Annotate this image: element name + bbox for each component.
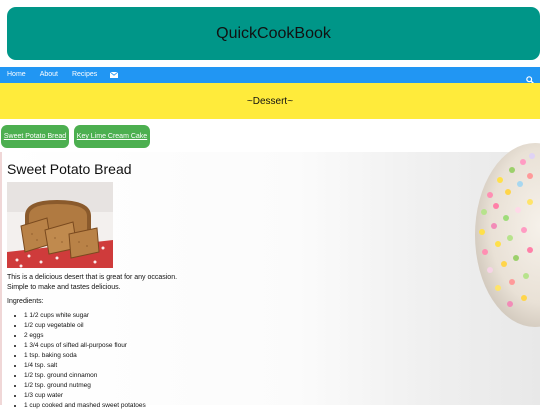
site-title-banner: QuickCookBook: [7, 7, 540, 60]
list-item: 1/2 cup vegetable oil: [24, 321, 146, 331]
key-lime-cream-cake-button[interactable]: Key Lime Cream Cake: [74, 125, 150, 148]
header-area: QuickCookBook: [0, 0, 540, 67]
list-item: 1/3 cup water: [24, 391, 146, 401]
list-item: 2 eggs: [24, 331, 146, 341]
category-title: ~Dessert~: [246, 95, 294, 107]
recipe-description: This is a delicious desert that is great…: [7, 273, 307, 293]
category-banner: ~Dessert~: [0, 83, 540, 119]
list-item: 1 3/4 cups of sifted all-purpose flour: [24, 341, 146, 351]
sweet-potato-bread-photo: [7, 182, 113, 268]
nav-bar: Home About Recipes: [0, 67, 540, 85]
list-item: 1 1/2 cups white sugar: [24, 311, 146, 321]
site-title: QuickCookBook: [216, 24, 331, 42]
description-line: Simple to make and tastes delicious.: [7, 284, 121, 291]
sweet-potato-bread-button[interactable]: Sweet Potato Bread: [1, 125, 69, 148]
recipe-title: Sweet Potato Bread: [7, 161, 132, 177]
nav-recipes[interactable]: Recipes: [65, 67, 104, 83]
list-item: 1 tsp. baking soda: [24, 351, 146, 361]
ingredients-heading: Ingredients:: [7, 298, 44, 305]
list-item: 1 cup cooked and mashed sweet potatoes: [24, 401, 146, 411]
list-item: 1/2 tsp. ground nutmeg: [24, 381, 146, 391]
nav-about[interactable]: About: [33, 67, 65, 83]
description-line: This is a delicious desert that is great…: [7, 274, 178, 281]
envelope-icon[interactable]: [106, 72, 122, 78]
search-icon[interactable]: [526, 71, 535, 85]
cake-pop-image: [475, 143, 540, 327]
nav-home[interactable]: Home: [0, 67, 33, 83]
ingredients-list: 1 1/2 cups white sugar 1/2 cup vegetable…: [7, 311, 146, 411]
list-item: 1/4 tsp. salt: [24, 361, 146, 371]
list-item: 1/2 tsp. ground cinnamon: [24, 371, 146, 381]
